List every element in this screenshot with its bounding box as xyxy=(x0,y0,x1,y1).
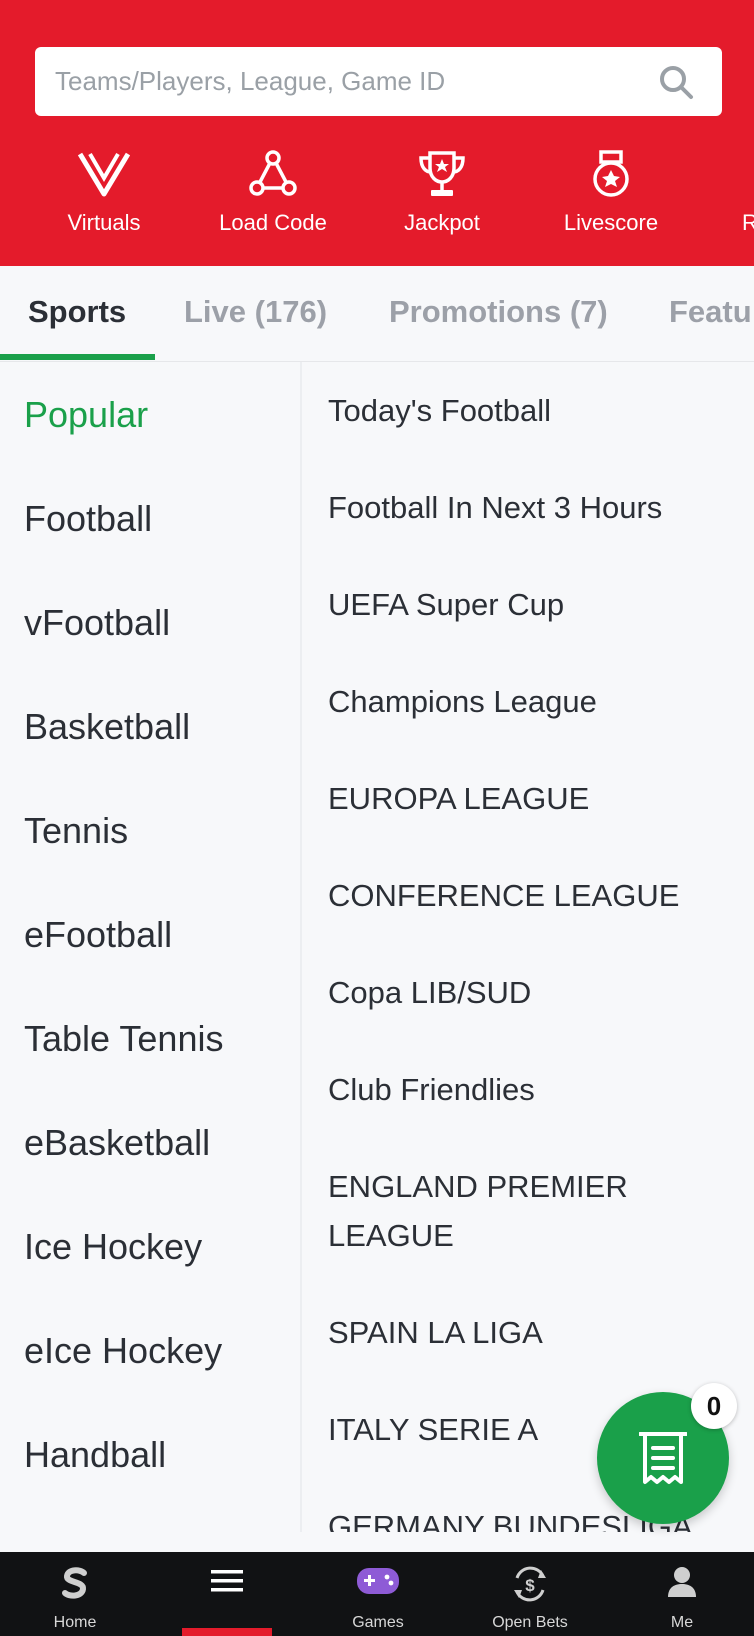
quick-link-label: Virtuals xyxy=(67,210,141,235)
quick-link-label: Livescore xyxy=(563,210,659,235)
gamepad-icon xyxy=(357,1568,399,1594)
menu-icon xyxy=(211,1570,243,1592)
medal-icon xyxy=(593,150,629,197)
active-tab-indicator xyxy=(0,354,155,360)
quick-link-virtuals[interactable]: Virtuals xyxy=(24,150,184,240)
league-item[interactable]: Club Friendlies xyxy=(328,1065,728,1114)
sport-item-tennis[interactable]: Tennis xyxy=(24,810,128,852)
sport-item-vfootball[interactable]: vFootball xyxy=(24,602,170,644)
bottom-nav: Home Games $ Open Bets Me xyxy=(0,1552,754,1636)
tab-live[interactable]: Live (176) xyxy=(184,294,327,330)
category-tabs: Sports Live (176) Promotions (7) Featu xyxy=(0,266,754,362)
sport-item-efootball[interactable]: eFootball xyxy=(24,914,172,956)
nav-menu[interactable] xyxy=(167,1552,287,1636)
top-header: Teams/Players, League, Game ID Virtuals … xyxy=(0,0,754,266)
sport-item-ebasketball[interactable]: eBasketball xyxy=(24,1122,210,1164)
sport-item-ice-hockey[interactable]: Ice Hockey xyxy=(24,1226,202,1268)
nav-me[interactable]: Me xyxy=(622,1552,742,1636)
league-item[interactable]: Copa LIB/SUD xyxy=(328,968,728,1017)
virtuals-icon xyxy=(78,152,130,197)
tab-promotions[interactable]: Promotions (7) xyxy=(389,294,608,330)
tab-sports[interactable]: Sports xyxy=(28,294,126,330)
quick-link-livescore[interactable]: Livescore xyxy=(531,150,691,240)
sport-item-handball[interactable]: Handball xyxy=(24,1434,166,1476)
search-icon[interactable] xyxy=(656,62,696,102)
sportybet-s-icon xyxy=(62,1567,87,1599)
nav-active-indicator xyxy=(182,1628,272,1636)
league-item[interactable]: EUROPA LEAGUE xyxy=(328,774,728,823)
league-item[interactable]: SPAIN LA LIGA xyxy=(328,1308,728,1357)
nav-label: Games xyxy=(352,1614,404,1631)
quick-link-label: Load Code xyxy=(219,210,327,235)
nav-label: Home xyxy=(53,1614,97,1631)
nav-label: Open Bets xyxy=(492,1614,568,1631)
quick-link-jackpot[interactable]: Jackpot xyxy=(362,150,522,240)
league-item[interactable]: UEFA Super Cup xyxy=(328,580,728,629)
sport-item-eice-hockey[interactable]: eIce Hockey xyxy=(24,1330,222,1372)
column-divider xyxy=(300,362,302,1532)
quick-link-load-code[interactable]: Load Code xyxy=(193,150,353,240)
sport-item-football[interactable]: Football xyxy=(24,498,152,540)
league-item[interactable]: Today's Football xyxy=(328,386,728,435)
league-item[interactable]: CONFERENCE LEAGUE xyxy=(328,871,728,920)
sport-item-table-tennis[interactable]: Table Tennis xyxy=(24,1018,223,1060)
nav-open-bets[interactable]: $ Open Bets xyxy=(470,1552,590,1636)
load-code-icon xyxy=(249,150,297,196)
search-input[interactable]: Teams/Players, League, Game ID xyxy=(35,47,722,116)
league-list: Today's Football Football In Next 3 Hour… xyxy=(304,362,754,1532)
sports-list: Popular Football vFootball Basketball Te… xyxy=(0,362,302,1532)
open-bets-icon: $ xyxy=(514,1566,546,1602)
svg-text:$: $ xyxy=(525,1576,535,1595)
betslip-icon xyxy=(639,1432,687,1484)
league-item[interactable]: Football In Next 3 Hours xyxy=(328,483,728,532)
sport-item-popular[interactable]: Popular xyxy=(24,394,148,436)
betslip-count-badge: 0 xyxy=(691,1383,737,1429)
sport-item-basketball[interactable]: Basketball xyxy=(24,706,190,748)
league-item[interactable]: Champions League xyxy=(328,677,728,726)
nav-label: Me xyxy=(670,1614,694,1631)
quick-link-label: R xyxy=(742,210,754,235)
nav-games[interactable]: Games xyxy=(318,1552,438,1636)
user-icon xyxy=(668,1567,696,1597)
quick-link-label: Jackpot xyxy=(404,210,480,235)
trophy-icon xyxy=(419,151,465,196)
quick-link-partial[interactable]: R xyxy=(700,150,754,240)
search-placeholder: Teams/Players, League, Game ID xyxy=(55,66,446,96)
tab-featured[interactable]: Featu xyxy=(669,294,752,330)
league-item[interactable]: ENGLAND PREMIER LEAGUE xyxy=(328,1162,658,1260)
nav-home[interactable]: Home xyxy=(15,1552,135,1636)
